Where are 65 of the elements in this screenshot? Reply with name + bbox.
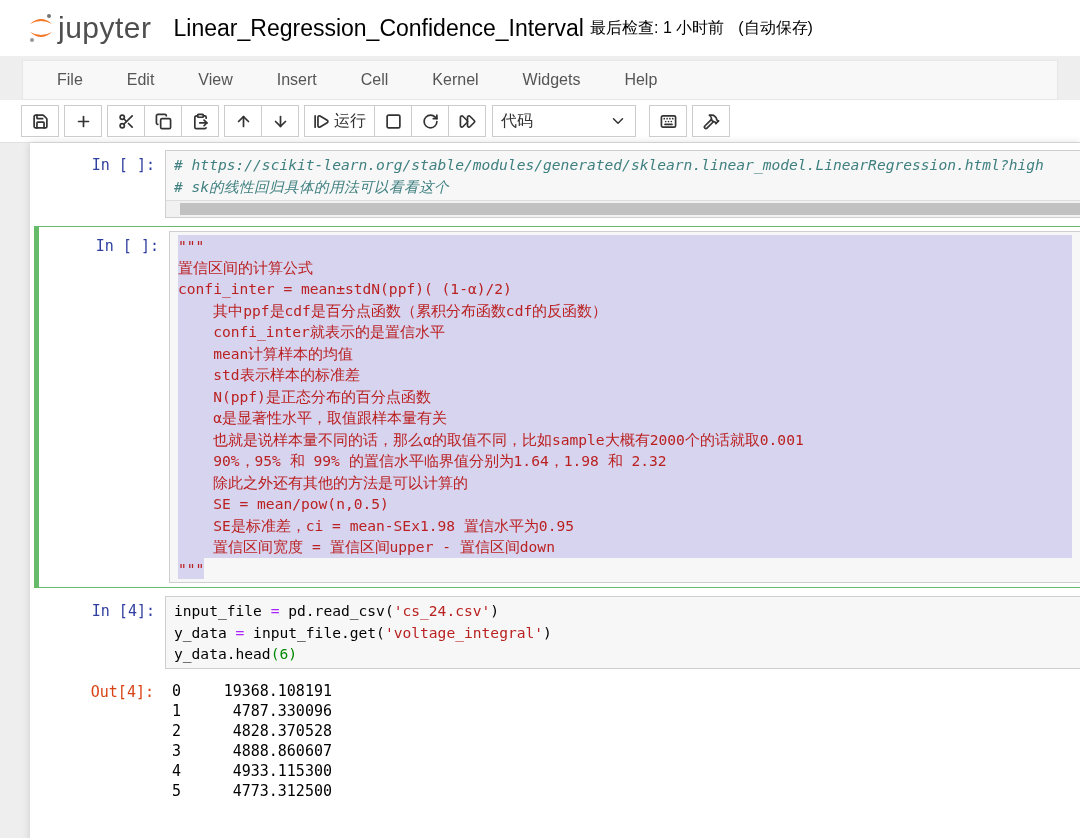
output-value: 19368.108191 [222, 680, 332, 701]
output-index: 3 [171, 740, 183, 761]
copy-icon [154, 112, 172, 130]
menu-item[interactable]: Insert [254, 71, 339, 89]
menu-item[interactable]: Widgets [500, 71, 603, 89]
code-cell[interactable]: In [4]: input_file = pd.read_csv('cs_24.csv') y_data = input_file.get('voltage_integral') y_data.head(6) [34, 591, 1080, 674]
move-up-button[interactable] [224, 105, 262, 137]
copy-button[interactable] [144, 105, 182, 137]
output-value: 4773.312500 [231, 780, 332, 801]
code-line: # https://scikit-learn.org/stable/modules/generated/sklearn.linear_model.LinearRegression.html?high [174, 155, 1045, 176]
menu-item[interactable]: Help [602, 71, 680, 89]
cut-button[interactable] [107, 105, 145, 137]
menu-item[interactable]: File [35, 71, 105, 89]
input-prompt: In [4]: [90, 601, 156, 622]
stop-button[interactable] [374, 105, 412, 137]
paste-button[interactable] [181, 105, 219, 137]
restart-button[interactable] [411, 105, 449, 137]
fast-forward-icon [458, 112, 476, 130]
horizontal-scrollbar[interactable] [166, 200, 1080, 217]
hammer-button[interactable] [692, 105, 730, 137]
output-index: 2 [171, 720, 183, 741]
paste-icon [191, 112, 209, 130]
menu-item[interactable]: View [176, 71, 255, 89]
output-prompt: Out[4]: [89, 681, 155, 703]
output-index: 1 [171, 700, 183, 721]
code-input[interactable]: input_file = pd.read_csv('cs_24.csv') y_data = input_file.get('voltage_integral') y_data.head(6) [165, 596, 1080, 669]
code-input[interactable]: # https://scikit-learn.org/stable/modules/generated/sklearn.linear_model.LinearRegression.html?high # sk的线性回归具体的用法可以看看这个 [165, 150, 1080, 218]
stop-icon [384, 112, 402, 130]
save-icon [31, 112, 49, 130]
output-index: 5 [171, 780, 183, 801]
menu-item[interactable]: Kernel [410, 71, 501, 89]
code-input[interactable] [169, 231, 1080, 583]
code-cell[interactable]: In [ ]: # https://scikit-learn.org/stable/modules/generated/sklearn.linear_model.LinearRegression.html?high # sk的线性回归具体的用法可以看看这个 [34, 145, 1080, 223]
cell-type-select[interactable]: 代码 [492, 105, 636, 137]
code-line: y_data = input_file.get('voltage_integral') [174, 622, 553, 643]
code-line: input_file = pd.read_csv('cs_24.csv') [174, 601, 501, 622]
restart-icon [421, 112, 439, 130]
autosave-text: (自动保存) [738, 17, 813, 38]
menu-item[interactable]: Edit [104, 71, 177, 89]
output-index: 0 [171, 680, 183, 701]
keyboard-button[interactable] [649, 105, 687, 137]
menu-item[interactable]: Cell [338, 71, 411, 89]
add-button[interactable] [64, 105, 102, 137]
output-value: 4787.330096 [231, 700, 332, 721]
code-cell[interactable] [34, 226, 1080, 588]
code-line: # sk的线性回归具体的用法可以看看这个 [174, 176, 451, 197]
save-button[interactable] [21, 105, 59, 137]
fast-forward-button[interactable] [448, 105, 486, 137]
input-prompt: In [ ]: [90, 155, 156, 176]
input-prompt: In [ ]: [94, 236, 160, 257]
output-value: 4888.860607 [231, 740, 332, 761]
checkpoint-text: 最后检查: 1 小时前 [590, 17, 725, 38]
notebook-title[interactable]: Linear_Regression_Confidence_Interval [173, 14, 584, 42]
run-icon [313, 112, 330, 130]
run-button[interactable]: 运行 [304, 105, 375, 137]
output-value: 4933.115300 [231, 760, 332, 781]
hammer-icon [702, 112, 720, 130]
cut-icon [117, 112, 135, 130]
move-down-button[interactable] [261, 105, 299, 137]
code-line: y_data.head(6) [174, 644, 298, 665]
keyboard-icon [659, 112, 677, 130]
logo-text: jupyter [58, 11, 152, 45]
output-index: 4 [171, 760, 183, 781]
logo-icon [28, 12, 54, 44]
output-value: 4828.370528 [231, 720, 332, 741]
